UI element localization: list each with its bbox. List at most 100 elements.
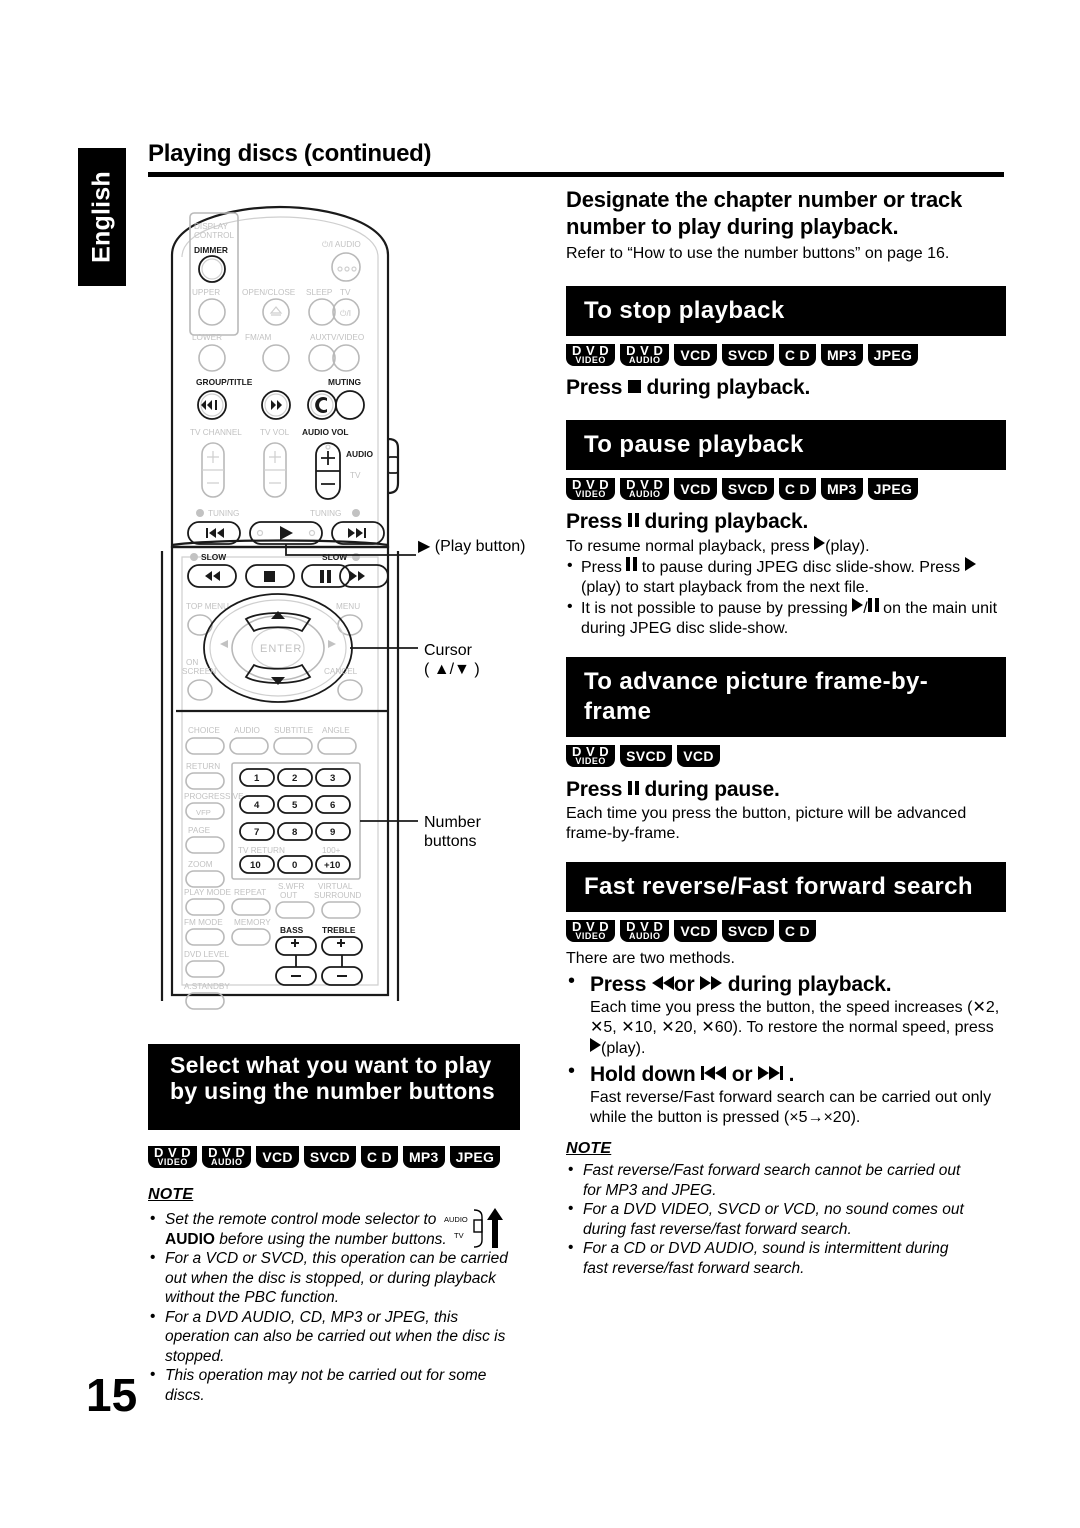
svg-text:CANCEL: CANCEL (324, 667, 358, 676)
badge-dvd-audio: D V D AUDIO (620, 478, 670, 500)
disc-badges-stop: D V D VIDEO D V D AUDIO VCD SVCD C D MP3… (566, 344, 1006, 366)
callout-number-line2: buttons (424, 833, 477, 850)
badge-svcd: SVCD (721, 344, 774, 366)
disc-badges-number-buttons: D V D VIDEO D V D AUDIO VCD SVCD C D MP3… (148, 1146, 501, 1168)
fast-forward-icon (769, 1066, 781, 1080)
svg-text:PLAY MODE: PLAY MODE (184, 888, 232, 897)
badge-vcd: VCD (674, 478, 717, 500)
stop-instruction: Press during playback. (566, 376, 811, 399)
callout-cursor-line2: ( ▲/▼ ) (424, 661, 480, 678)
badge-mp3: MP3 (820, 344, 863, 366)
svg-text:TV: TV (340, 288, 351, 297)
callout-number-line1: Number (424, 814, 481, 831)
svg-text:RETURN: RETURN (186, 762, 220, 771)
left-note-item-3: For a DVD AUDIO, CD, MP3 or JPEG, this o… (148, 1307, 526, 1367)
badge-dvd-video: D V D VIDEO (566, 920, 616, 942)
right-note-item-3: For a CD or DVD AUDIO, sound is intermit… (566, 1238, 976, 1278)
fast-search-method-2-body: Fast reverse/Fast forward search can be … (590, 1089, 992, 1126)
play-icon (852, 598, 864, 612)
svg-text:DIMMER: DIMMER (194, 245, 228, 255)
svg-text:BASS: BASS (280, 925, 304, 935)
fast-forward-icon (758, 1066, 770, 1080)
rewind-icon (704, 1066, 716, 1080)
badge-dvd-video: D V D VIDEO (566, 344, 616, 366)
svg-text:SLEEP: SLEEP (306, 288, 333, 297)
callout-number-buttons: Number buttons (424, 813, 481, 851)
svg-text:GROUP/TITLE: GROUP/TITLE (196, 377, 253, 387)
svg-text:TUNING: TUNING (310, 509, 341, 518)
svg-text:TV VOL: TV VOL (260, 428, 290, 437)
badge-dvd-video: D V D VIDEO (566, 745, 616, 767)
pause-icon (627, 777, 639, 801)
svg-text:TV: TV (454, 1231, 464, 1240)
callout-cursor: Cursor ( ▲/▼ ) (424, 641, 480, 679)
left-note-heading: NOTE (148, 1186, 194, 1203)
svg-text:AUDIO VOL: AUDIO VOL (302, 427, 349, 437)
language-tab-label: English (87, 171, 116, 263)
svg-text:AUX: AUX (310, 333, 327, 342)
svg-text:SCREEN: SCREEN (182, 667, 216, 676)
pause-bullet-2: It is not possible to pause by pressing … (566, 597, 1006, 639)
page-title: Playing discs (continued) (148, 140, 432, 167)
fast-search-method-1-heading: Press or during playback. (590, 973, 892, 996)
rewind-icon (715, 1066, 727, 1080)
fast-search-method-2-heading: Hold down or . (590, 1063, 795, 1086)
svg-text:0: 0 (292, 860, 297, 871)
badge-cd: C D (360, 1146, 398, 1168)
svg-text:4: 4 (254, 800, 260, 811)
frame-advance-body: Each time you press the button, picture … (566, 805, 967, 842)
badge-jpeg: JPEG (867, 344, 919, 366)
badge-vcd: VCD (677, 745, 720, 767)
frame-advance-instruction: Press during pause. (566, 777, 780, 801)
svg-text:OPEN/CLOSE: OPEN/CLOSE (242, 288, 296, 297)
svg-text:TV: TV (350, 471, 361, 480)
fast-search-method-1-body: Each time you press the button, the spee… (590, 999, 1000, 1057)
fast-forward-icon (700, 976, 712, 990)
svg-text:TOP MENU: TOP MENU (186, 602, 229, 611)
rewind-icon (662, 976, 674, 990)
svg-text:UPPER: UPPER (192, 288, 220, 297)
svg-text:AUDIO: AUDIO (234, 726, 260, 735)
badge-vcd: VCD (674, 920, 717, 942)
svg-text:TV/VIDEO: TV/VIDEO (326, 333, 364, 342)
svg-text:MEMORY: MEMORY (234, 918, 271, 927)
svg-text:3: 3 (330, 773, 335, 784)
svg-text:5: 5 (292, 800, 298, 811)
badge-svcd: SVCD (721, 478, 774, 500)
svg-text:SLOW: SLOW (201, 552, 226, 562)
svg-text:FM/AM: FM/AM (245, 333, 272, 342)
svg-text:TV RETURN: TV RETURN (238, 846, 285, 855)
title-divider (148, 172, 1004, 177)
remote-control-illustration: .ol{fill:none;stroke:#1a1a1a;stroke-widt… (150, 195, 450, 1025)
play-icon (814, 536, 826, 550)
rewind-icon (651, 976, 663, 990)
right-note-heading: NOTE (566, 1140, 612, 1157)
svg-text:A.STANDBY: A.STANDBY (184, 982, 230, 991)
badge-cd: C D (778, 920, 816, 942)
fast-search-method-1: Press or during playback. Each time you … (566, 970, 1006, 1059)
svg-text:2: 2 (292, 773, 297, 784)
svg-text:10: 10 (250, 860, 261, 871)
svg-text:8: 8 (292, 827, 298, 838)
section-banner-number-buttons-text: Select what you want to play by using th… (170, 1052, 495, 1104)
pause-icon (626, 557, 638, 577)
svg-text:CHOICE: CHOICE (188, 726, 220, 735)
badge-svcd: SVCD (620, 745, 673, 767)
section-banner-number-buttons: Select what you want to play by using th… (148, 1044, 520, 1130)
fast-search-methods: Press or during playback. Each time you … (566, 970, 1006, 1128)
page-number: 15 (86, 1369, 138, 1421)
svg-text:MENU: MENU (336, 602, 360, 611)
svg-text:9: 9 (330, 827, 335, 838)
svg-text:DVD LEVEL: DVD LEVEL (184, 950, 229, 959)
badge-cd: C D (778, 344, 816, 366)
svg-text:MUTING: MUTING (328, 377, 361, 387)
badge-cd: C D (778, 478, 816, 500)
svg-text:ANGLE: ANGLE (322, 726, 350, 735)
badge-svcd: SVCD (721, 920, 774, 942)
fast-forward-icon (711, 976, 723, 990)
svg-text:7: 7 (254, 827, 259, 838)
svg-text:⏻/I AUDIO: ⏻/I AUDIO (322, 240, 361, 249)
badge-dvd-audio: D V D AUDIO (620, 344, 670, 366)
badge-vcd: VCD (674, 344, 717, 366)
intro-heading: Designate the chapter number or track nu… (566, 187, 963, 239)
